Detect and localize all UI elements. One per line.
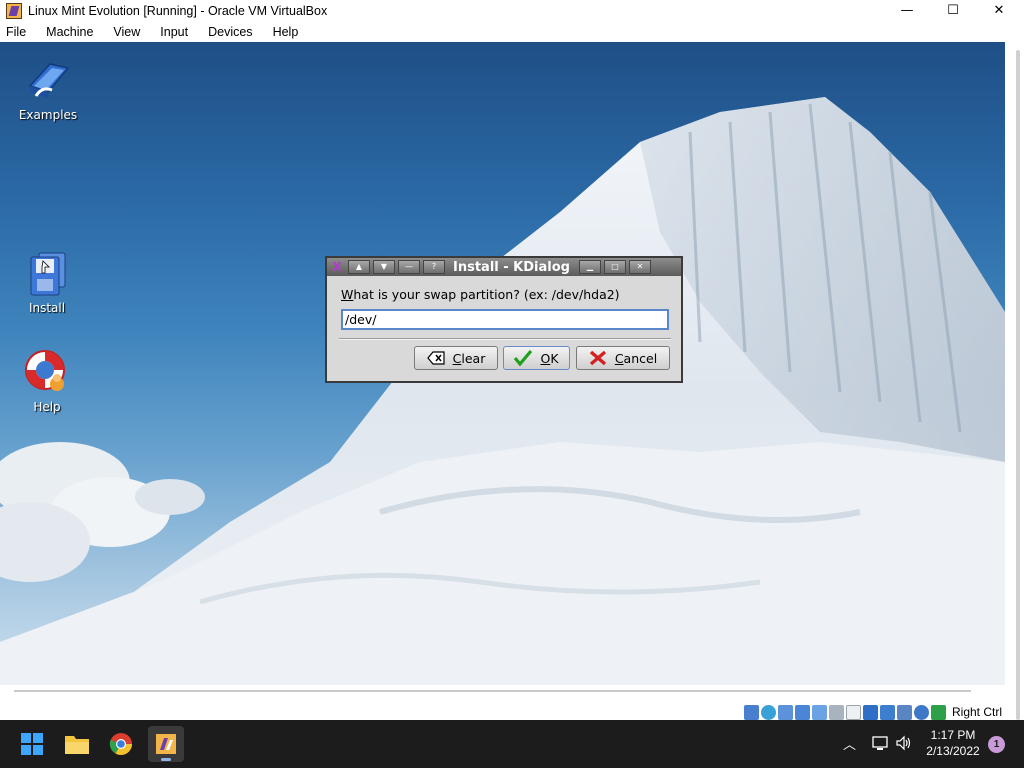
horizontal-scrollbar[interactable] <box>14 690 971 692</box>
kde-menu-icon[interactable]: X <box>329 259 345 275</box>
install-icon <box>23 249 71 297</box>
dialog-close-button[interactable]: ✕ <box>628 260 651 274</box>
checkmark-icon <box>514 350 533 366</box>
menubar: File Machine View Input Devices Help <box>0 21 1024 42</box>
desktop-icon-label: Install <box>28 301 66 315</box>
cancel-label: ancel <box>623 350 658 366</box>
ok-accelerator: O <box>540 350 551 366</box>
notification-badge[interactable]: 1 <box>988 736 1005 753</box>
menu-file[interactable]: File <box>6 25 32 39</box>
volume-tray-icon[interactable] <box>895 734 913 752</box>
chrome-icon <box>109 733 132 755</box>
recording-icon[interactable] <box>880 704 895 720</box>
clear-label: lear <box>461 350 486 366</box>
sticky-button[interactable]: — <box>398 260 420 274</box>
swap-partition-input[interactable]: /dev/ <box>341 309 669 330</box>
virtualbox-app-icon <box>6 2 22 19</box>
usb-icon[interactable] <box>812 704 827 720</box>
cpu-icon[interactable] <box>897 704 912 720</box>
minimize-icon: — <box>900 3 914 18</box>
vertical-scrollbar[interactable] <box>1016 50 1020 720</box>
dialog-title: Install - KDialog <box>453 259 570 275</box>
shared-folders-icon[interactable] <box>829 704 844 720</box>
optical-drive-icon[interactable] <box>761 704 776 720</box>
dialog-minimize-button[interactable]: ▁ <box>578 260 601 274</box>
window-title: Linux Mint Evolution [Running] - Oracle … <box>28 3 328 18</box>
clear-icon <box>426 350 445 366</box>
virtualbox-icon <box>156 734 176 754</box>
desktop-icon-label: Examples <box>18 108 78 122</box>
cancel-x-icon <box>589 350 607 366</box>
taskbar-clock[interactable]: 1:17 PM 2/13/2022 <box>918 727 988 759</box>
ok-label: K <box>550 350 559 366</box>
dialog-prompt: What is your swap partition? (ex: /dev/h… <box>341 287 620 302</box>
menu-view[interactable]: View <box>113 25 146 39</box>
dialog-maximize-button[interactable]: □ <box>603 260 626 274</box>
file-explorer-icon <box>65 736 89 754</box>
desktop-icon-examples[interactable]: Examples <box>8 56 88 122</box>
start-icon <box>21 733 43 755</box>
shade-up-button[interactable]: ▲ <box>348 260 370 274</box>
whats-this-button[interactable]: ? <box>423 260 445 274</box>
mouse-integration-icon[interactable] <box>914 704 929 720</box>
display-icon[interactable] <box>846 704 861 720</box>
audio-icon[interactable] <box>778 704 793 720</box>
menu-help[interactable]: Help <box>273 25 305 39</box>
prompt-accelerator: W <box>341 287 354 302</box>
network-icon[interactable] <box>795 704 810 720</box>
dialog-separator <box>339 338 671 340</box>
help-lifebuoy-icon <box>23 348 71 396</box>
minimize-button[interactable]: — <box>884 0 930 21</box>
maximize-icon: ☐ <box>947 3 959 18</box>
examples-icon <box>24 56 72 104</box>
clock-time: 1:17 PM <box>930 728 976 742</box>
cancel-accelerator: C <box>614 350 624 366</box>
virtualbox-taskbar-button[interactable] <box>148 726 184 762</box>
vm-statusbar: Right Ctrl <box>744 702 1014 722</box>
virtualbox-titlebar: Linux Mint Evolution [Running] - Oracle … <box>0 0 1024 21</box>
close-button[interactable]: ✕ <box>976 0 1022 21</box>
tray-overflow-chevron-icon[interactable]: ︿ <box>843 734 856 753</box>
ok-button[interactable]: OK <box>503 346 570 370</box>
cancel-button[interactable]: Cancel <box>576 346 670 370</box>
desktop-icon-label: Help <box>33 400 61 414</box>
close-icon: ✕ <box>993 3 1005 18</box>
keyboard-capture-icon[interactable] <box>931 704 946 720</box>
shade-down-button[interactable]: ▼ <box>373 260 395 274</box>
hard-disk-icon[interactable] <box>744 704 759 720</box>
network-tray-icon[interactable] <box>871 734 889 752</box>
desktop-icon-help[interactable]: Help <box>7 348 87 414</box>
chrome-button[interactable] <box>103 726 139 762</box>
clock-date: 2/13/2022 <box>926 744 980 758</box>
start-button[interactable] <box>14 726 50 762</box>
kdialog-window: X ▲ ▼ — ? Install - KDialog ▁ □ ✕ What i… <box>325 256 683 383</box>
kdialog-titlebar[interactable]: X ▲ ▼ — ? Install - KDialog ▁ □ ✕ <box>327 258 681 276</box>
video-capture-icon[interactable] <box>863 704 878 720</box>
maximize-button[interactable]: ☐ <box>930 0 976 21</box>
menu-input[interactable]: Input <box>160 25 194 39</box>
desktop-icon-install[interactable]: Install <box>7 249 87 315</box>
prompt-text: hat is your swap partition? (ex: /dev/hd… <box>353 287 620 302</box>
menu-machine[interactable]: Machine <box>46 25 99 39</box>
host-key-label[interactable]: Right Ctrl <box>952 705 1002 719</box>
clear-button[interactable]: Clear <box>414 346 498 370</box>
file-explorer-button[interactable] <box>59 726 95 762</box>
menu-devices[interactable]: Devices <box>208 25 258 39</box>
